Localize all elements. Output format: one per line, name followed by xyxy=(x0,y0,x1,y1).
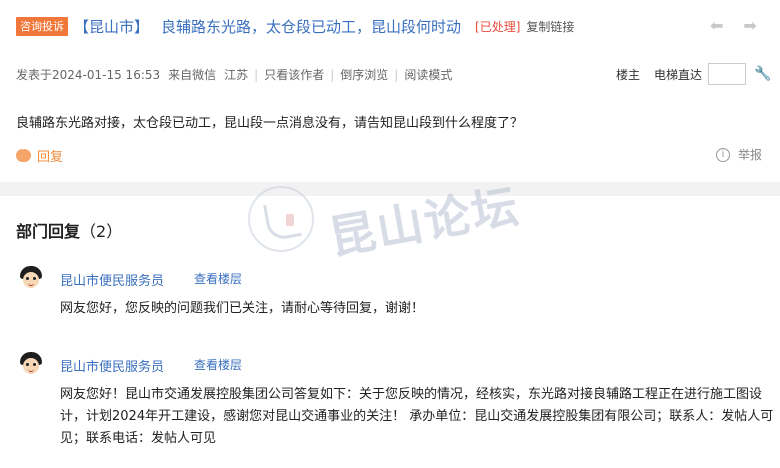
reply-count: （2） xyxy=(80,222,123,241)
reverse-order-link[interactable]: 倒序浏览 xyxy=(340,66,388,83)
avatar[interactable] xyxy=(20,352,42,376)
reply-author[interactable]: 昆山市便民服务员 xyxy=(60,356,164,375)
reply-button[interactable]: 回复 xyxy=(16,146,63,165)
watermark: 昆山论坛 xyxy=(248,179,524,265)
post-date: 发表于2024-01-15 16:53 xyxy=(16,68,161,82)
report-button[interactable]: i 举报 xyxy=(716,146,762,163)
forum-logo-icon xyxy=(248,186,314,252)
info-icon: i xyxy=(716,147,730,162)
thread-title: 良辅路东光路，太仓段已动工，昆山段何时动 xyxy=(161,17,462,36)
status-badge: [已处理] xyxy=(475,19,521,34)
thread-title-row: 咨询投诉 【昆山市】 良辅路东光路，太仓段已动工，昆山段何时动 [已处理] 复制… xyxy=(16,14,574,38)
section-title-label: 部门回复 xyxy=(16,222,81,241)
divider: | xyxy=(330,67,335,82)
post-actions: 回复 xyxy=(16,146,63,165)
divider: | xyxy=(254,67,259,82)
reply-label: 回复 xyxy=(37,150,64,165)
thread-header: 咨询投诉 【昆山市】 良辅路东光路，太仓段已动工，昆山段何时动 [已处理] 复制… xyxy=(0,0,780,182)
wrench-icon[interactable]: 🔧 xyxy=(754,66,771,82)
report-label: 举报 xyxy=(738,148,763,162)
region-tag[interactable]: 【昆山市】 xyxy=(74,16,149,37)
post-content: 良辅路东光路对接，太仓段已动工，昆山段一点消息没有，请告知昆山段到什么程度了？ xyxy=(16,116,524,131)
post-meta: 发表于2024-01-15 16:53 来自微信 江苏 | 只看该作者 | 倒序… xyxy=(16,66,452,83)
reply-body: 网友您好，您反映的问题我们已关注，请耐心等待回复，谢谢！ xyxy=(60,301,425,316)
only-author-link[interactable]: 只看该作者 xyxy=(264,66,324,83)
reply-author[interactable]: 昆山市便民服务员 xyxy=(60,270,164,289)
floor-tools: 楼主 电梯直达 🔧 xyxy=(616,63,771,85)
reply-body: 网友您好！昆山市交通发展控股集团公司答复如下：关于您反映的情况，经核实，东光路对… xyxy=(60,387,774,446)
avatar[interactable] xyxy=(20,266,42,290)
department-replies-title: 部门回复（2） xyxy=(16,218,122,242)
post-source: 来自微信 xyxy=(168,68,217,82)
view-floor-link[interactable]: 查看楼层 xyxy=(194,356,242,373)
copy-link-button[interactable]: 复制链接 xyxy=(526,18,574,35)
next-thread-arrow-icon[interactable]: ➡ xyxy=(743,16,756,35)
owner-label: 楼主 xyxy=(616,67,641,82)
category-badge[interactable]: 咨询投诉 xyxy=(16,16,68,36)
prev-thread-arrow-icon[interactable]: ⬅ xyxy=(710,16,723,35)
read-mode-link[interactable]: 阅读模式 xyxy=(404,66,452,83)
post-region: 江苏 xyxy=(224,68,249,82)
view-floor-link[interactable]: 查看楼层 xyxy=(194,270,242,287)
floor-jump-input[interactable] xyxy=(708,63,747,85)
divider: | xyxy=(394,67,399,82)
thread-nav: ⬅ ➡ xyxy=(710,16,757,35)
speech-bubble-icon xyxy=(16,146,31,162)
elevator-label: 电梯直达 xyxy=(654,67,703,82)
